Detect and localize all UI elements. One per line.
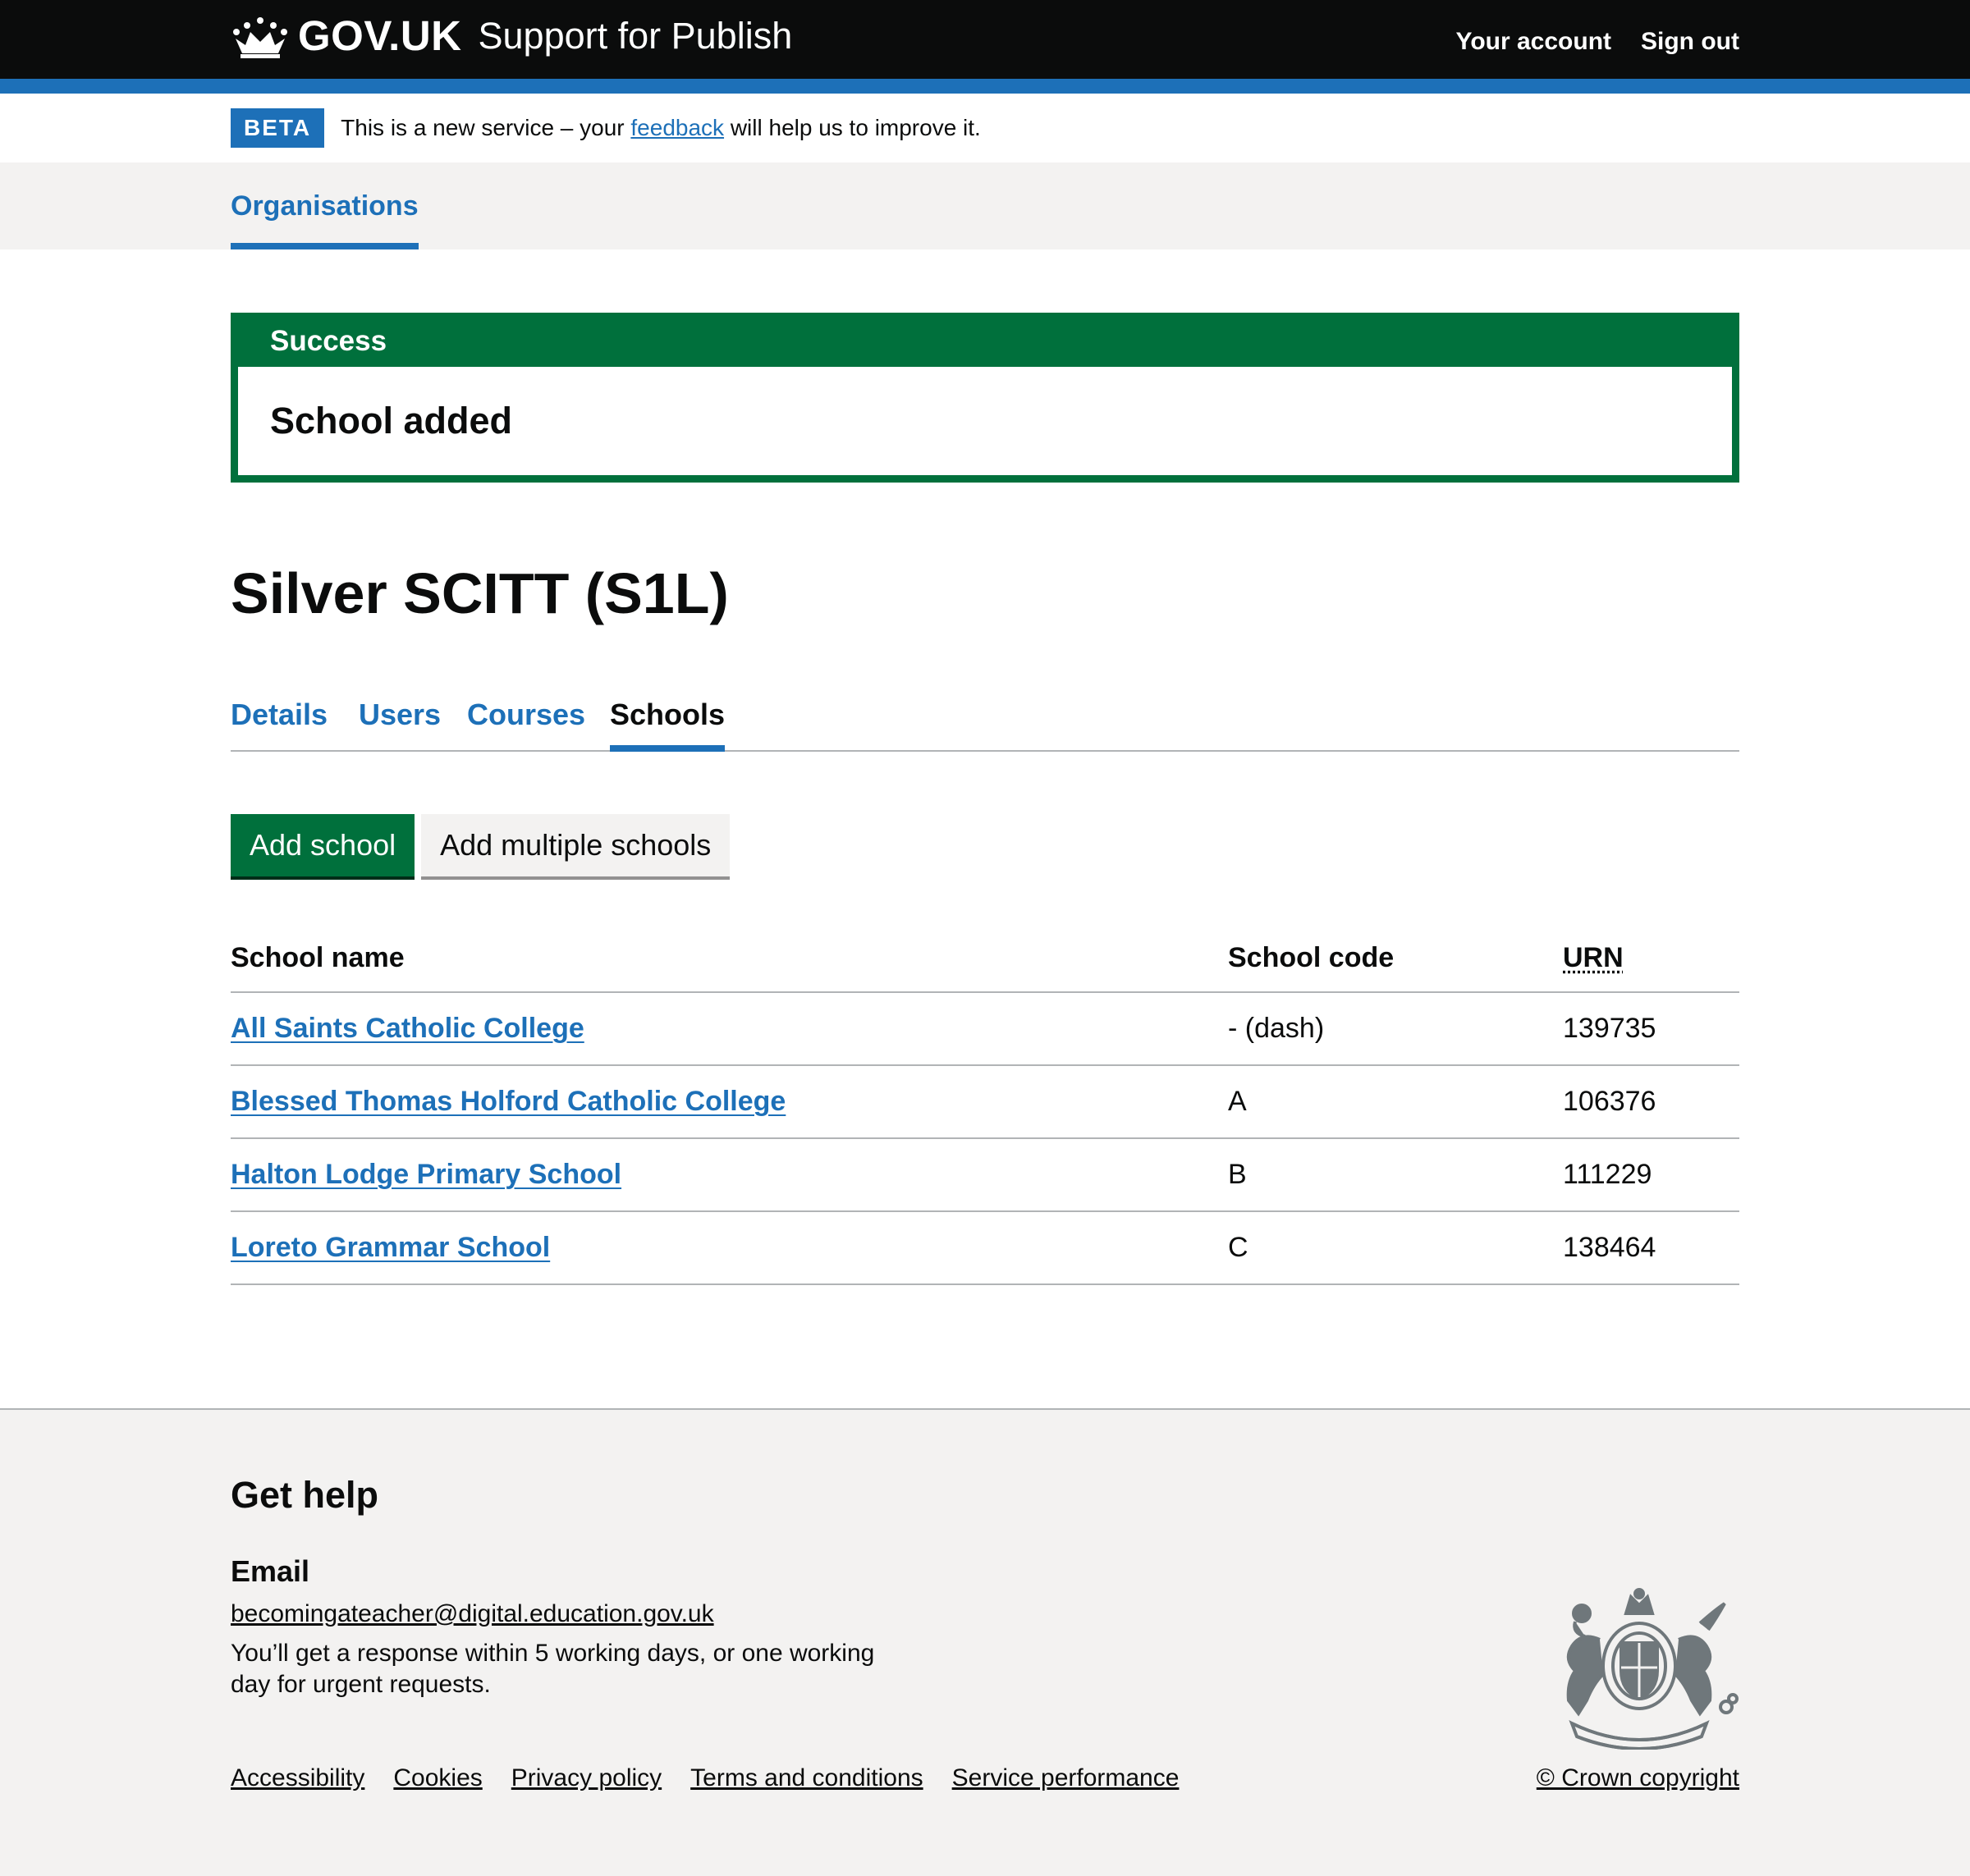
button-group: Add school Add multiple schools: [231, 813, 1739, 876]
site-header: GOV.UK Support for Publish Your account …: [0, 0, 1970, 94]
column-header-school-code: School code: [1228, 925, 1563, 993]
page-title: Silver SCITT (S1L): [231, 561, 729, 625]
column-header-school-name: School name: [231, 925, 1228, 993]
footer-link-cookies[interactable]: Cookies: [393, 1764, 482, 1792]
schools-table: School name School code URN All Saints C…: [231, 925, 1739, 1285]
tab-users-link[interactable]: Users: [359, 698, 441, 732]
sub-navigation-tabs: Details Users Courses Schools: [231, 679, 1739, 752]
table-row: Halton Lodge Primary School B 111229: [231, 1137, 1739, 1212]
add-multiple-schools-button[interactable]: Add multiple schools: [421, 813, 731, 876]
phase-text-after: will help us to improve it.: [730, 115, 981, 140]
feedback-link[interactable]: feedback: [630, 115, 724, 140]
urn-cell: 138464: [1563, 1210, 1739, 1285]
organisations-link[interactable]: Organisations: [231, 190, 419, 222]
tab-details-link[interactable]: Details: [231, 698, 328, 732]
school-code-cell: A: [1228, 1064, 1563, 1139]
school-name-link[interactable]: Halton Lodge Primary School: [231, 1159, 621, 1190]
school-code-cell: - (dash): [1228, 991, 1563, 1066]
school-name-link[interactable]: All Saints Catholic College: [231, 1013, 584, 1044]
service-name[interactable]: Support for Publish: [479, 15, 793, 57]
phase-banner-text: This is a new service – your feedback wi…: [341, 115, 981, 141]
table-header-row: School name School code URN: [231, 925, 1739, 993]
royal-coat-of-arms-icon: [1566, 1588, 1739, 1750]
govuk-logotype: GOV.UK: [298, 12, 462, 59]
table-row: Blessed Thomas Holford Catholic College …: [231, 1064, 1739, 1139]
footer-link-service-performance[interactable]: Service performance: [952, 1764, 1180, 1792]
footer-link-accessibility[interactable]: Accessibility: [231, 1764, 364, 1792]
table-row: Loreto Grammar School C 138464: [231, 1210, 1739, 1285]
footer-links: Accessibility Cookies Privacy policy Ter…: [231, 1764, 1179, 1792]
urn-cell: 111229: [1563, 1137, 1739, 1212]
phase-text-before: This is a new service – your: [341, 115, 625, 140]
footer-heading: Get help: [231, 1474, 379, 1516]
phase-banner: BETA This is a new service – your feedba…: [0, 94, 1970, 162]
table-row: All Saints Catholic College - (dash) 139…: [231, 991, 1739, 1066]
primary-nav-item-organisations: Organisations: [231, 162, 419, 249]
tab-details[interactable]: Details: [231, 679, 328, 750]
tab-users[interactable]: Users: [359, 679, 441, 750]
success-message: School added: [270, 400, 513, 442]
tab-schools-label: Schools: [610, 697, 726, 731]
success-banner-content: School added: [238, 367, 1732, 475]
urn-cell: 106376: [1563, 1064, 1739, 1139]
header-navigation: Your account Sign out: [1456, 28, 1739, 56]
school-name-link[interactable]: Loreto Grammar School: [231, 1232, 550, 1263]
urn-abbreviation: URN: [1563, 942, 1624, 973]
your-account-link[interactable]: Your account: [1456, 28, 1611, 56]
crown-copyright: © Crown copyright: [1537, 1764, 1739, 1792]
support-email-link[interactable]: becomingateacher@digital.education.gov.u…: [231, 1600, 714, 1628]
tab-courses-link[interactable]: Courses: [467, 698, 585, 732]
sign-out-link[interactable]: Sign out: [1641, 28, 1739, 56]
tab-courses[interactable]: Courses: [467, 679, 585, 750]
success-banner: Success School added: [231, 313, 1739, 483]
primary-navigation: Organisations: [0, 162, 1970, 249]
footer-link-terms-and-conditions[interactable]: Terms and conditions: [690, 1764, 923, 1792]
beta-tag: BETA: [231, 108, 325, 148]
add-school-button[interactable]: Add school: [231, 813, 415, 876]
crown-copyright-link[interactable]: © Crown copyright: [1537, 1764, 1739, 1791]
footer-link-privacy-policy[interactable]: Privacy policy: [511, 1764, 662, 1792]
tab-schools[interactable]: Schools: [610, 679, 726, 752]
footer-email-label: Email: [231, 1554, 310, 1588]
urn-cell: 139735: [1563, 991, 1739, 1066]
crown-icon: [233, 16, 287, 58]
school-code-cell: B: [1228, 1137, 1563, 1212]
success-banner-title: Success: [270, 324, 387, 357]
site-footer: Get help Email becomingateacher@digital.…: [0, 1408, 1970, 1876]
column-header-urn: URN: [1563, 925, 1739, 993]
school-name-link[interactable]: Blessed Thomas Holford Catholic College: [231, 1086, 786, 1117]
response-time-text: You’ll get a response within 5 working d…: [231, 1640, 875, 1698]
main-content: Success School added Silver SCITT (S1L) …: [231, 313, 1739, 1285]
school-code-cell: C: [1228, 1210, 1563, 1285]
govuk-logo-link[interactable]: GOV.UK Support for Publish: [231, 11, 792, 60]
